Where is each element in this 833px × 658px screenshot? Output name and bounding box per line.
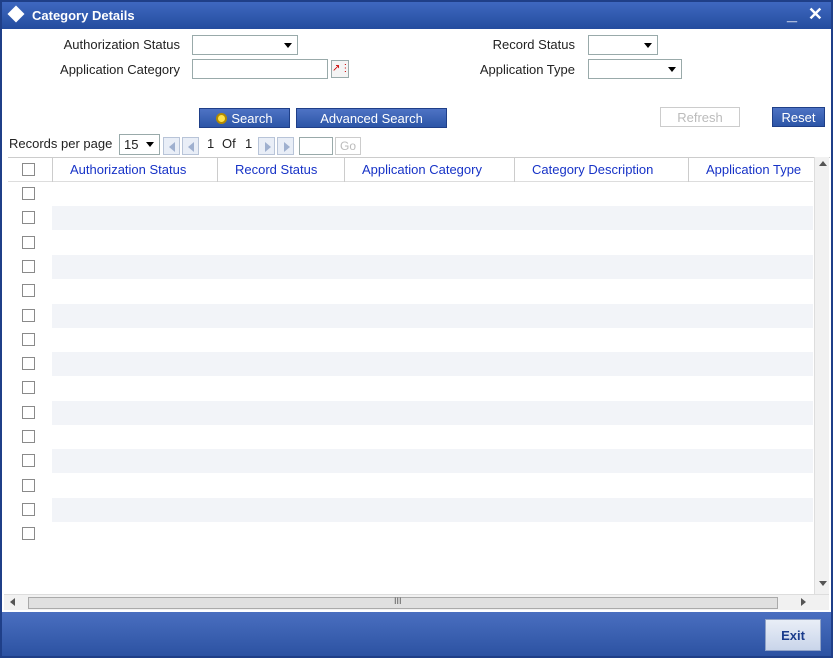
column-header-authorization-status[interactable]: Authorization Status bbox=[70, 162, 186, 177]
horizontal-scroll-thumb[interactable]: III bbox=[28, 596, 778, 609]
column-divider bbox=[52, 158, 53, 182]
table-row[interactable] bbox=[52, 328, 813, 352]
column-divider bbox=[217, 158, 218, 182]
pagination-bar: Records per page 15 1 Of 1 Go bbox=[4, 134, 829, 156]
grid-header: Authorization Status Record Status Appli… bbox=[8, 158, 813, 182]
scroll-up-icon[interactable] bbox=[819, 161, 827, 166]
lov-icon[interactable]: ↗⋮ bbox=[331, 60, 350, 78]
search-button[interactable]: Search bbox=[199, 108, 290, 128]
row-checkbox[interactable] bbox=[22, 478, 35, 492]
chevron-down-icon bbox=[146, 142, 154, 147]
last-page-icon bbox=[284, 142, 290, 152]
first-page-icon bbox=[169, 142, 175, 152]
results-grid: Authorization Status Record Status Appli… bbox=[8, 157, 830, 594]
scroll-right-icon[interactable] bbox=[801, 598, 806, 606]
total-pages: 1 bbox=[245, 136, 253, 151]
exit-button[interactable]: Exit bbox=[765, 619, 821, 651]
application-category-input[interactable] bbox=[192, 59, 328, 79]
go-button[interactable]: Go bbox=[335, 137, 361, 155]
title-bar: Category Details _ ✕ bbox=[2, 2, 831, 29]
refresh-button[interactable]: Refresh bbox=[660, 107, 740, 127]
column-header-record-status[interactable]: Record Status bbox=[235, 162, 317, 177]
row-checkbox[interactable] bbox=[22, 308, 35, 322]
table-row[interactable] bbox=[52, 254, 813, 279]
application-type-select[interactable] bbox=[588, 59, 682, 79]
advanced-search-button[interactable]: Advanced Search bbox=[296, 108, 447, 128]
table-row[interactable] bbox=[52, 206, 813, 231]
search-icon bbox=[216, 113, 228, 124]
category-details-window: Category Details _ ✕ Authorization Statu… bbox=[0, 0, 833, 658]
last-page-button[interactable] bbox=[277, 137, 294, 155]
table-row[interactable] bbox=[52, 376, 813, 400]
prev-page-button[interactable] bbox=[182, 137, 199, 155]
table-row[interactable] bbox=[52, 352, 813, 377]
footer-bar: Exit bbox=[2, 612, 831, 656]
chevron-down-icon bbox=[668, 67, 676, 72]
of-label: Of bbox=[222, 136, 236, 151]
application-category-label: Application Category bbox=[60, 62, 180, 77]
row-checkbox[interactable] bbox=[22, 235, 35, 249]
row-checkbox[interactable] bbox=[22, 405, 35, 419]
row-checkbox[interactable] bbox=[22, 454, 35, 468]
row-checkbox[interactable] bbox=[22, 259, 35, 273]
vertical-scrollbar[interactable] bbox=[814, 157, 829, 594]
reset-button[interactable]: Reset bbox=[772, 107, 825, 127]
authorization-status-select[interactable] bbox=[192, 35, 298, 55]
column-divider bbox=[344, 158, 345, 182]
window-title: Category Details bbox=[32, 8, 135, 23]
column-header-application-category[interactable]: Application Category bbox=[362, 162, 482, 177]
minimize-button[interactable]: _ bbox=[787, 4, 797, 25]
chevron-down-icon bbox=[644, 43, 652, 48]
scroll-left-icon[interactable] bbox=[10, 598, 15, 606]
window-icon bbox=[7, 5, 25, 23]
chevron-down-icon bbox=[284, 43, 292, 48]
goto-page-input[interactable] bbox=[299, 137, 333, 155]
column-divider bbox=[514, 158, 515, 182]
record-status-select[interactable] bbox=[588, 35, 658, 55]
table-row[interactable] bbox=[52, 425, 813, 449]
row-checkbox[interactable] bbox=[22, 381, 35, 395]
current-page: 1 bbox=[207, 136, 215, 151]
scroll-down-icon[interactable] bbox=[819, 581, 827, 586]
column-header-application-type[interactable]: Application Type bbox=[706, 162, 801, 177]
records-per-page-select[interactable]: 15 bbox=[119, 134, 160, 155]
table-row[interactable] bbox=[52, 497, 813, 522]
first-page-button[interactable] bbox=[163, 137, 180, 155]
scroll-grip-icon: III bbox=[394, 596, 402, 606]
next-page-icon bbox=[265, 142, 271, 152]
table-row[interactable] bbox=[52, 231, 813, 255]
column-header-category-description[interactable]: Category Description bbox=[532, 162, 653, 177]
table-row[interactable] bbox=[52, 279, 813, 303]
close-button[interactable]: ✕ bbox=[808, 4, 823, 25]
table-row[interactable] bbox=[52, 303, 813, 328]
row-checkbox[interactable] bbox=[22, 527, 35, 541]
table-row[interactable] bbox=[52, 474, 813, 498]
row-checkbox[interactable] bbox=[22, 211, 35, 225]
row-checkbox[interactable] bbox=[22, 284, 35, 298]
records-per-page-label: Records per page bbox=[9, 136, 113, 151]
prev-page-icon bbox=[188, 142, 194, 152]
application-type-label: Application Type bbox=[479, 62, 575, 77]
authorization-status-label: Authorization Status bbox=[63, 37, 180, 52]
select-all-checkbox[interactable] bbox=[22, 163, 35, 176]
row-checkbox[interactable] bbox=[22, 332, 35, 346]
row-checkbox[interactable] bbox=[22, 430, 35, 443]
row-checkbox[interactable] bbox=[22, 357, 35, 371]
table-row[interactable] bbox=[52, 522, 813, 546]
table-row[interactable] bbox=[52, 400, 813, 425]
table-row[interactable] bbox=[52, 449, 813, 474]
record-status-label: Record Status bbox=[492, 37, 575, 52]
table-row[interactable] bbox=[52, 182, 813, 206]
horizontal-scrollbar[interactable]: III bbox=[4, 594, 829, 610]
row-checkbox[interactable] bbox=[22, 187, 35, 200]
row-checkbox[interactable] bbox=[22, 502, 35, 516]
column-divider bbox=[688, 158, 689, 182]
next-page-button[interactable] bbox=[258, 137, 275, 155]
